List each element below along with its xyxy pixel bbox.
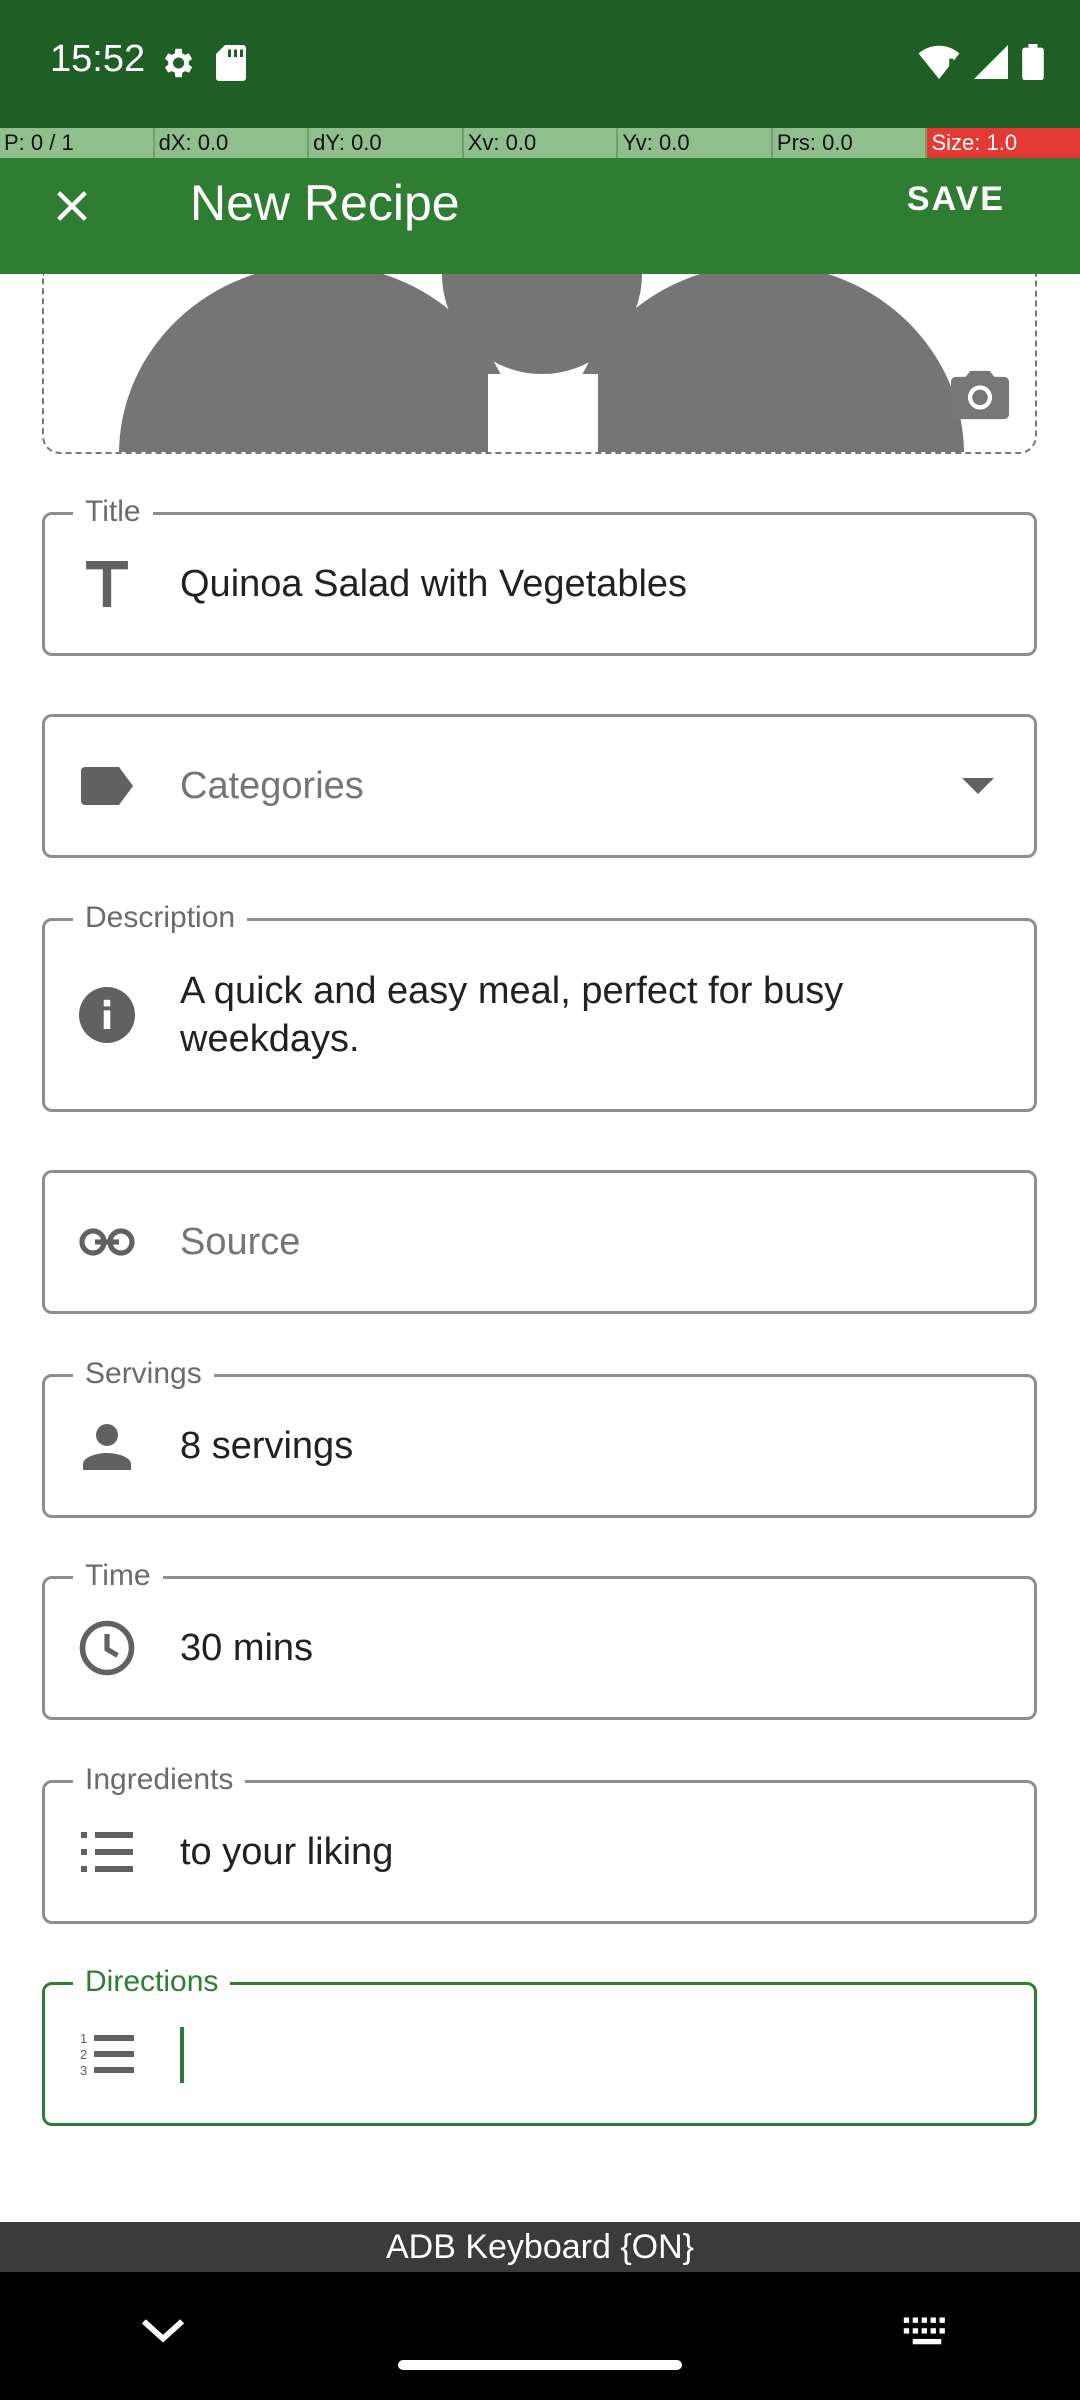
numbered-list-icon: 123 bbox=[79, 2026, 135, 2082]
svg-text:3: 3 bbox=[80, 2063, 87, 2077]
status-bar: 15:52 bbox=[0, 0, 1080, 128]
info-icon bbox=[79, 987, 135, 1043]
text-cursor bbox=[180, 2027, 184, 2083]
link-icon bbox=[79, 1214, 135, 1270]
svg-text:1: 1 bbox=[80, 2031, 87, 2046]
ingredients-label: Ingredients bbox=[73, 1763, 246, 1797]
close-button[interactable] bbox=[42, 176, 102, 236]
debug-pointer: P: 0 / 1 bbox=[0, 128, 155, 158]
sd-card-icon bbox=[216, 45, 246, 81]
debug-yv: Yv: 0.0 bbox=[618, 128, 773, 158]
directions-label: Directions bbox=[73, 1965, 231, 1999]
signal-icon bbox=[974, 45, 1008, 79]
close-icon bbox=[57, 191, 87, 221]
description-input[interactable]: A quick and easy meal, perfect for busy … bbox=[180, 967, 974, 1063]
servings-input[interactable]: 8 servings bbox=[180, 1422, 974, 1470]
time-field[interactable]: Time 30 mins bbox=[42, 1559, 1037, 1720]
label-tag-icon bbox=[79, 758, 135, 814]
source-placeholder: Source bbox=[180, 1221, 301, 1263]
debug-dy: dY: 0.0 bbox=[309, 128, 464, 158]
title-label: Title bbox=[73, 495, 153, 529]
ingredients-field[interactable]: Ingredients to your liking bbox=[42, 1763, 1037, 1924]
time-label: Time bbox=[73, 1559, 163, 1593]
pointer-debug-bar: P: 0 / 1 dX: 0.0 dY: 0.0 Xv: 0.0 Yv: 0.0… bbox=[0, 128, 1080, 158]
clock-icon bbox=[79, 1620, 135, 1676]
save-button[interactable]: SAVE bbox=[907, 180, 1005, 219]
wifi-icon bbox=[918, 45, 960, 79]
camera-icon[interactable] bbox=[951, 370, 1009, 420]
description-field[interactable]: Description A quick and easy meal, perfe… bbox=[42, 901, 1037, 1112]
directions-field[interactable]: Directions 123 bbox=[42, 1965, 1037, 2126]
adb-keyboard-banner: ADB Keyboard {ON} bbox=[0, 2222, 1080, 2272]
debug-prs: Prs: 0.0 bbox=[772, 128, 928, 158]
app-bar: New Recipe SAVE bbox=[0, 158, 1080, 274]
title-field[interactable]: Title Quinoa Salad with Vegetables bbox=[42, 495, 1037, 656]
settings-gear-icon bbox=[164, 48, 193, 78]
title-input[interactable]: Quinoa Salad with Vegetables bbox=[180, 560, 974, 608]
dropdown-arrow-icon[interactable] bbox=[962, 777, 994, 795]
debug-dx: dX: 0.0 bbox=[154, 128, 310, 158]
debug-size: Size: 1.0 bbox=[927, 128, 1080, 158]
source-field[interactable]: Source bbox=[42, 1170, 1037, 1314]
chevron-down-icon[interactable] bbox=[140, 2316, 186, 2346]
debug-xv: Xv: 0.0 bbox=[463, 128, 619, 158]
servings-field[interactable]: Servings 8 servings bbox=[42, 1357, 1037, 1518]
ingredients-input[interactable]: to your liking bbox=[180, 1828, 974, 1876]
time-input[interactable]: 30 mins bbox=[180, 1624, 974, 1672]
svg-text:2: 2 bbox=[80, 2047, 87, 2062]
page-title: New Recipe bbox=[190, 175, 460, 231]
description-label: Description bbox=[73, 901, 248, 935]
categories-placeholder: Categories bbox=[180, 765, 364, 807]
recipe-image-picker[interactable] bbox=[42, 274, 1037, 454]
text-title-icon bbox=[79, 556, 135, 612]
person-icon bbox=[79, 1418, 135, 1474]
categories-dropdown[interactable]: Categories bbox=[42, 714, 1037, 858]
battery-icon bbox=[1022, 44, 1044, 80]
navigation-bar bbox=[0, 2272, 1080, 2400]
home-gesture-handle[interactable] bbox=[398, 2360, 682, 2370]
placeholder-person-image bbox=[119, 274, 964, 452]
keyboard-icon[interactable] bbox=[902, 2312, 952, 2348]
status-time: 15:52 bbox=[50, 38, 146, 80]
servings-label: Servings bbox=[73, 1357, 214, 1391]
list-icon bbox=[79, 1824, 135, 1880]
